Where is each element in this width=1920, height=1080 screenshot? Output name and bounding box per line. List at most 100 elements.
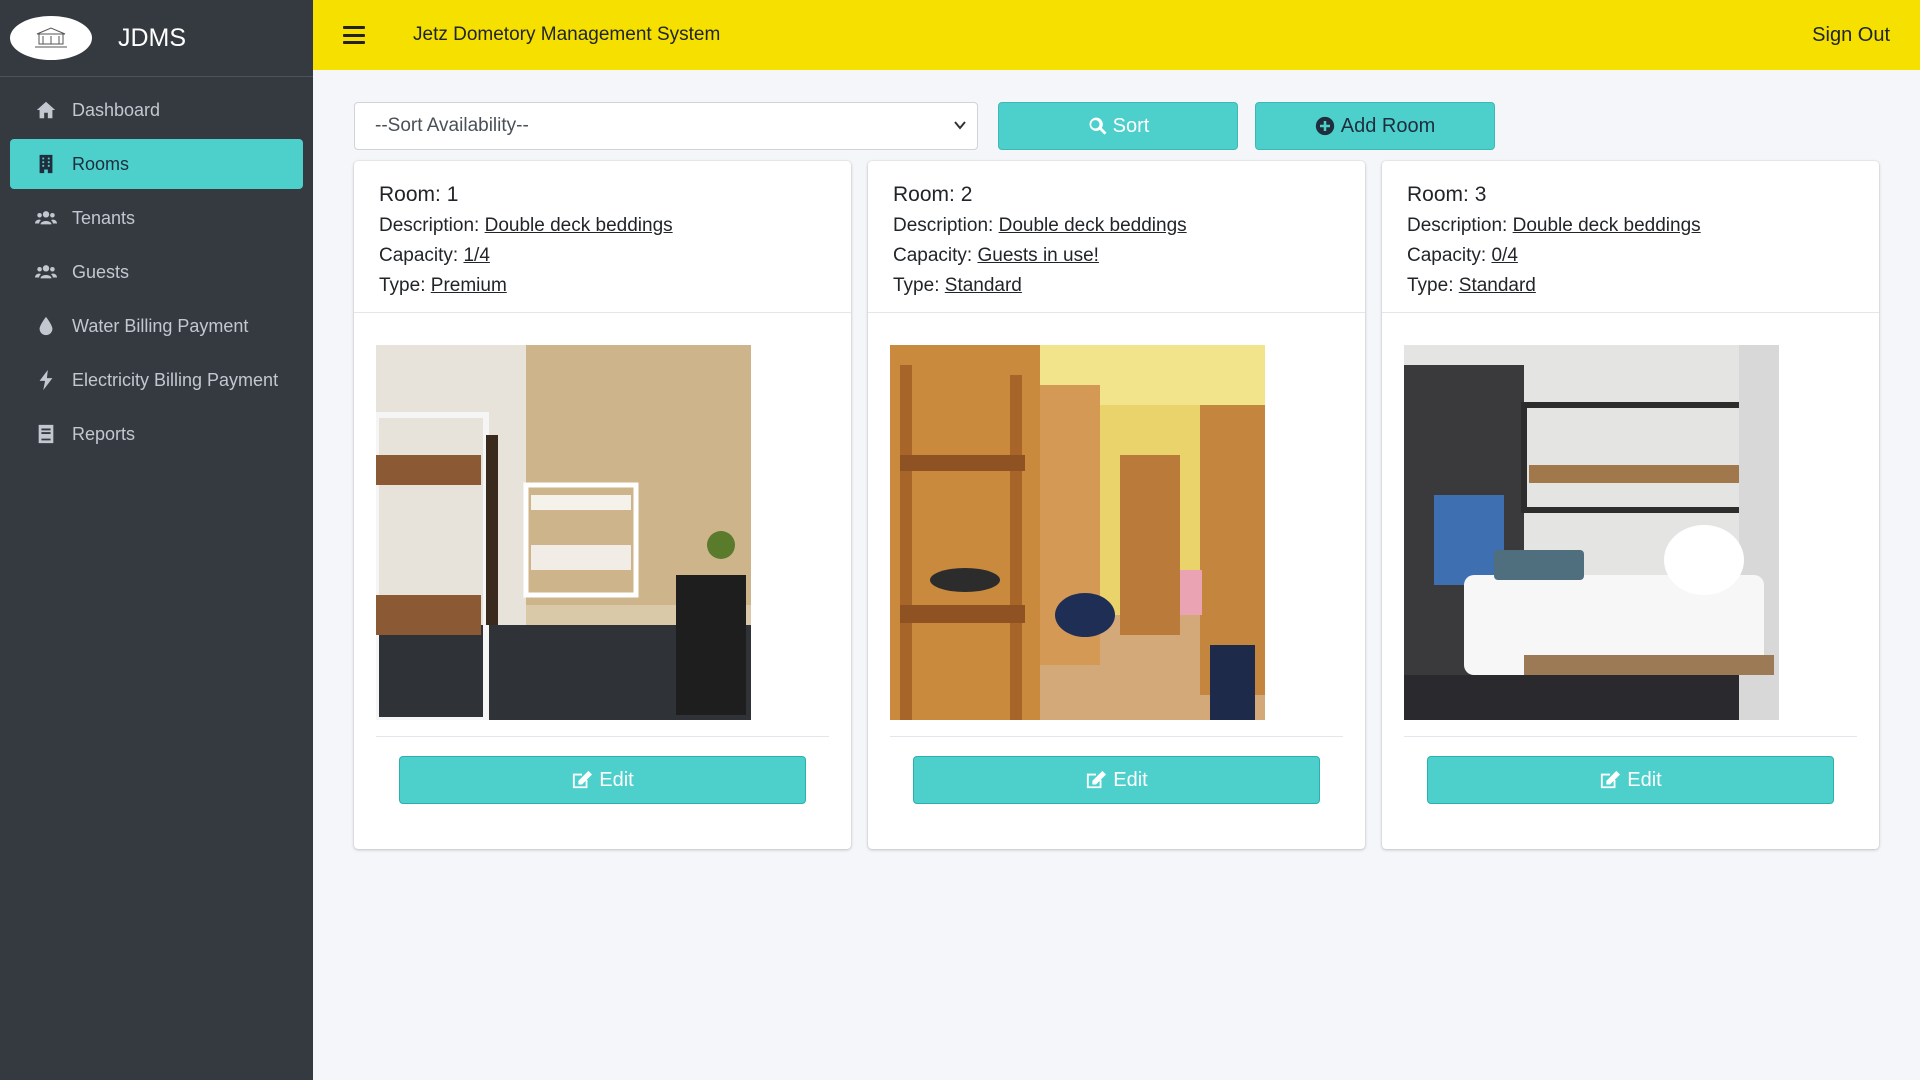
room-card-2: Room: 2 Description: Double deck bedding… (868, 161, 1365, 849)
room-capacity: Capacity: 1/4 (379, 241, 851, 271)
sidebar-item-water-billing[interactable]: Water Billing Payment (10, 301, 303, 351)
report-icon (34, 422, 58, 446)
room-label: Room: (379, 183, 441, 206)
brand-logo (10, 16, 92, 60)
hamburger-menu-icon[interactable] (343, 26, 365, 44)
room-type: Type: Standard (893, 271, 1365, 301)
room-photo-bunk-beds (890, 345, 1265, 720)
app-title: Jetz Dometory Management System (413, 24, 721, 45)
edit-button-label: Edit (1113, 768, 1148, 791)
edit-button-label: Edit (1627, 768, 1662, 791)
edit-icon (573, 770, 593, 789)
room-description: Description: Double deck beddings (893, 211, 1365, 241)
description-value: Double deck beddings (998, 215, 1187, 236)
type-label: Type: (893, 275, 940, 296)
room-card-header: Room: 3 Description: Double deck bedding… (1382, 161, 1879, 313)
sidebar-item-label: Guests (72, 261, 130, 282)
card-divider (1404, 736, 1857, 737)
add-room-button-label: Add Room (1340, 114, 1436, 137)
type-value: Standard (944, 275, 1022, 296)
description-value: Double deck beddings (1512, 215, 1701, 236)
description-label: Description: (379, 215, 480, 236)
bolt-icon (34, 368, 58, 392)
sort-button[interactable]: Sort (998, 102, 1238, 150)
room-capacity: Capacity: 0/4 (1407, 241, 1879, 271)
chevron-down-icon (954, 121, 966, 130)
room-description: Description: Double deck beddings (379, 211, 851, 241)
sidebar-item-rooms[interactable]: Rooms (10, 139, 303, 189)
edit-room-button[interactable]: Edit (913, 756, 1320, 804)
topbar: Jetz Dometory Management System Sign Out (313, 0, 1920, 70)
capacity-value: Guests in use! (977, 245, 1099, 266)
room-photo-bunk-beds (376, 345, 751, 720)
room-card-1: Room: 1 Description: Double deck bedding… (354, 161, 851, 849)
room-label: Room: (1407, 183, 1469, 206)
room-photo (376, 345, 751, 720)
search-icon (1089, 117, 1107, 135)
users-icon (34, 206, 58, 230)
sidebar-item-reports[interactable]: Reports (10, 409, 303, 459)
capacity-value: 0/4 (1491, 245, 1518, 266)
room-capacity: Capacity: Guests in use! (893, 241, 1365, 271)
edit-icon (1601, 770, 1621, 789)
room-number: Room: 1 (379, 179, 851, 211)
capacity-label: Capacity: (893, 245, 973, 266)
sidebar-item-label: Tenants (72, 207, 136, 228)
add-room-button[interactable]: Add Room (1255, 102, 1495, 150)
sidebar-item-label: Electricity Billing Payment (72, 369, 279, 390)
water-drop-icon (34, 314, 58, 338)
room-label: Room: (893, 183, 955, 206)
capacity-label: Capacity: (379, 245, 459, 266)
edit-button-label: Edit (599, 768, 634, 791)
room-photo (1404, 345, 1779, 720)
room-number-value: 1 (446, 183, 459, 206)
card-divider (890, 736, 1343, 737)
sidebar-nav: Dashboard Rooms Tenants Guests Water Bil… (0, 77, 313, 459)
room-number-value: 2 (960, 183, 973, 206)
sidebar-item-label: Reports (72, 423, 136, 444)
room-photo-bunk-beds (1404, 345, 1779, 720)
type-label: Type: (1407, 275, 1454, 296)
type-value: Premium (430, 275, 507, 296)
edit-room-button[interactable]: Edit (399, 756, 806, 804)
building-icon (34, 152, 58, 176)
plus-circle-icon (1315, 116, 1334, 136)
room-number: Room: 2 (893, 179, 1365, 211)
edit-icon (1087, 770, 1107, 789)
home-icon (34, 98, 58, 122)
sort-button-label: Sort (1112, 114, 1150, 137)
room-type: Type: Standard (1407, 271, 1879, 301)
sidebar-item-label: Water Billing Payment (72, 315, 249, 336)
room-card-header: Room: 2 Description: Double deck bedding… (868, 161, 1365, 313)
sidebar-item-guests[interactable]: Guests (10, 247, 303, 297)
description-value: Double deck beddings (484, 215, 673, 236)
type-label: Type: (379, 275, 426, 296)
sidebar-item-tenants[interactable]: Tenants (10, 193, 303, 243)
sidebar-item-dashboard[interactable]: Dashboard (10, 85, 303, 135)
room-controls: --Sort Availability-- Sort Add Room (354, 102, 1495, 150)
sign-out-link[interactable]: Sign Out (1812, 24, 1890, 47)
sidebar-item-label: Dashboard (72, 99, 161, 120)
sort-availability-value: --Sort Availability-- (375, 115, 529, 136)
room-type: Type: Premium (379, 271, 851, 301)
room-photo (890, 345, 1265, 720)
sort-availability-select[interactable]: --Sort Availability-- (354, 102, 978, 150)
description-label: Description: (893, 215, 994, 236)
capacity-label: Capacity: (1407, 245, 1487, 266)
logo-emblem-icon (35, 27, 67, 48)
room-description: Description: Double deck beddings (1407, 211, 1879, 241)
brand[interactable]: JDMS (0, 0, 313, 77)
room-number-value: 3 (1474, 183, 1487, 206)
users-icon (34, 260, 58, 284)
sidebar-item-electricity-billing[interactable]: Electricity Billing Payment (10, 355, 303, 405)
sidebar: JDMS Dashboard Rooms Tenants Guests Wate… (0, 0, 313, 1080)
room-card-header: Room: 1 Description: Double deck bedding… (354, 161, 851, 313)
capacity-value: 1/4 (463, 245, 490, 266)
brand-name: JDMS (118, 23, 187, 52)
card-divider (376, 736, 829, 737)
type-value: Standard (1458, 275, 1536, 296)
description-label: Description: (1407, 215, 1508, 236)
sidebar-item-label: Rooms (72, 153, 130, 174)
room-card-3: Room: 3 Description: Double deck bedding… (1382, 161, 1879, 849)
edit-room-button[interactable]: Edit (1427, 756, 1834, 804)
